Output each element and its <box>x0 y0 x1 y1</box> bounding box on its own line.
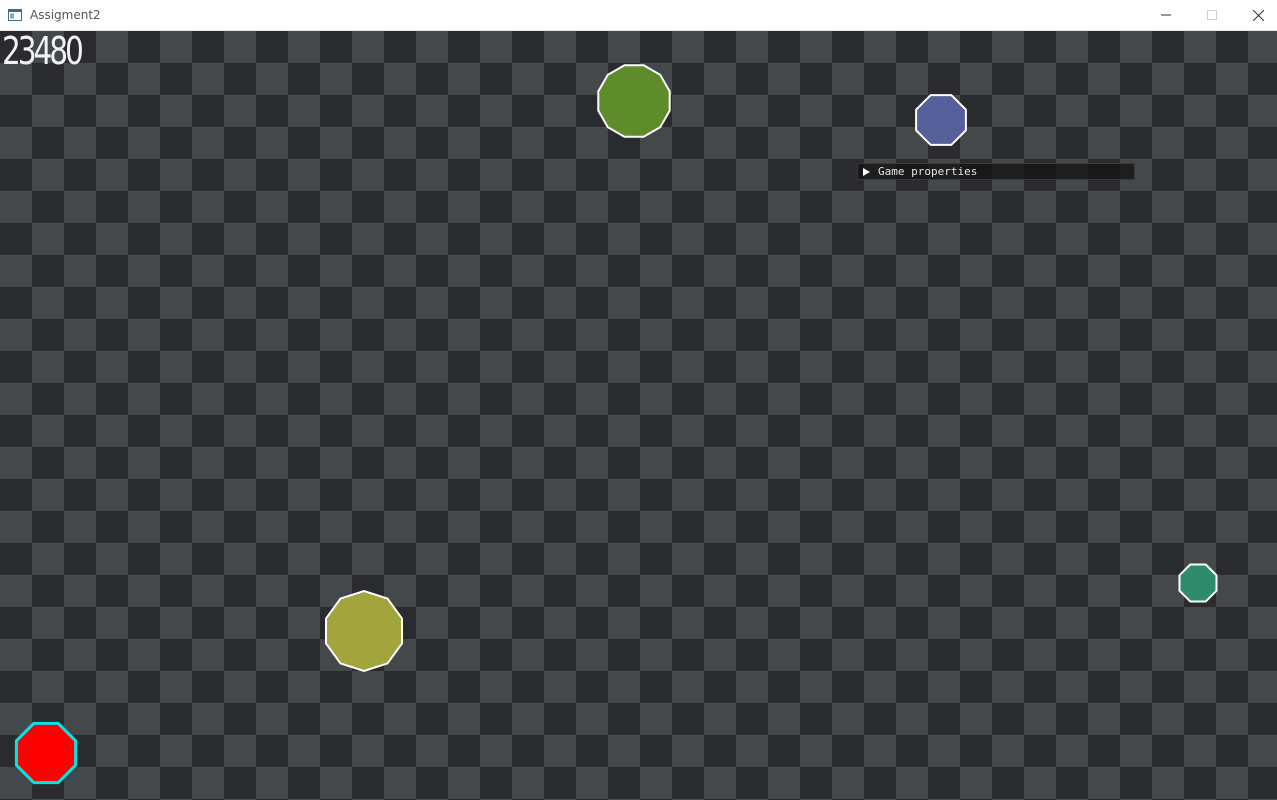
enemy-green <box>597 64 671 138</box>
app-icon <box>8 9 22 21</box>
game-properties-panel[interactable]: Game properties <box>857 163 1135 180</box>
title-bar[interactable]: Assigment2 <box>0 0 1277 31</box>
game-properties-label: Game properties <box>878 165 978 178</box>
triangle-right-icon[interactable] <box>863 167 870 176</box>
maximize-icon <box>1207 10 1217 20</box>
enemy-olive <box>325 589 403 673</box>
game-canvas[interactable]: 23480 Game properties <box>0 31 1277 800</box>
enemy-teal <box>1178 563 1218 603</box>
player-polygon[interactable] <box>14 721 78 785</box>
window-title: Assigment2 <box>30 8 101 22</box>
maximize-button[interactable] <box>1189 0 1235 30</box>
score-counter: 23480 <box>2 29 84 73</box>
app-window: Assigment2 23480 Game properties <box>0 0 1277 800</box>
minimize-icon <box>1161 14 1171 16</box>
entity-layer <box>14 64 1218 785</box>
enemy-blue <box>915 94 967 146</box>
close-button[interactable] <box>1235 0 1277 30</box>
close-icon <box>1252 9 1264 21</box>
minimize-button[interactable] <box>1143 0 1189 30</box>
